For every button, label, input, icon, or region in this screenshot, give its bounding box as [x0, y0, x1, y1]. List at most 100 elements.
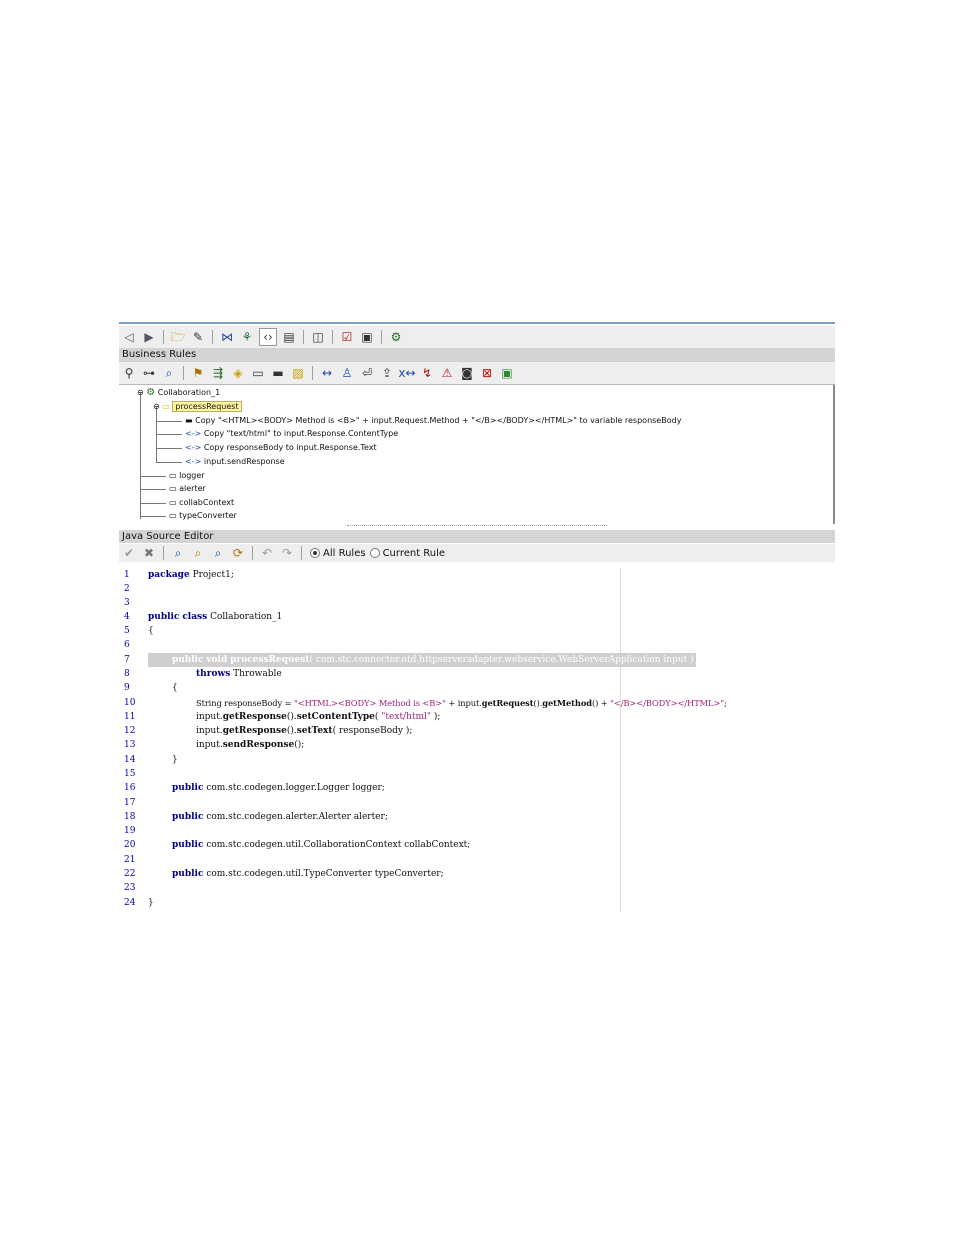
variable-icon[interactable]: ▭ [250, 365, 266, 381]
undo-icon[interactable]: ↶ [259, 545, 275, 561]
code-text: com.stc.codegen.logger.Logger logger; [203, 783, 385, 793]
redo-icon[interactable]: ↷ [279, 545, 295, 561]
person-icon[interactable]: ♙ [339, 365, 355, 381]
edit-icon[interactable]: ✎ [190, 329, 206, 345]
tree-field-item[interactable]: ▭ alerter [169, 483, 206, 494]
tree-rule-label: Copy "text/html" to input.Response.Conte… [203, 429, 399, 438]
code-text: (). [286, 726, 297, 736]
tree-field-item[interactable]: ▭ collabContext [169, 497, 234, 508]
code-line: 6 [119, 638, 835, 652]
mapper-icon[interactable]: ⚘ [239, 329, 255, 345]
cancel-icon[interactable]: ✖ [141, 545, 157, 561]
line-number: 21 [124, 855, 136, 865]
run-icon[interactable]: ▣ [499, 365, 515, 381]
field-icon: ▭ [169, 498, 177, 507]
open-folder-icon[interactable]: 🗁 [170, 329, 186, 345]
code-line-highlighted: 7 public void processRequest( com.stc.con… [119, 653, 835, 667]
java-editor-toolbar: ✔ ✖ ⌕ ⌕ ⌕ ⟳ ↶ ↷ All Rules Current Rule [119, 544, 835, 562]
line-number: 22 [124, 869, 136, 879]
method-name: setContentType [296, 712, 375, 722]
line-number: 16 [124, 783, 136, 793]
string-literal: "<HTML><BODY> Method is <B>" [294, 698, 446, 708]
method-icon[interactable]: ↔ [319, 365, 335, 381]
panel-icon[interactable]: ◫ [310, 329, 326, 345]
line-number: 5 [124, 626, 130, 636]
method-name: getResponse [222, 712, 287, 722]
if-icon[interactable]: ◈ [230, 365, 246, 381]
tree-rule-item[interactable]: ▬ Copy "<HTML><BODY> Method is <B>" + in… [185, 415, 681, 426]
current-rule-radio[interactable]: Current Rule [369, 547, 446, 559]
comment-icon[interactable]: ▨ [290, 365, 306, 381]
keyword: public [172, 869, 204, 879]
code-line: 8 throws Throwable [119, 667, 835, 681]
tree-root[interactable]: ⊖ ⚙ Collaboration_1 [137, 387, 220, 398]
code-line: 22 public com.stc.codegen.util.TypeConver… [119, 867, 835, 881]
method-name: getMethod [542, 698, 592, 708]
tree-method-node[interactable]: ⊖ ▭ processRequest [153, 401, 242, 412]
warning-icon[interactable]: ⚠ [439, 365, 455, 381]
keyword: public [172, 812, 204, 822]
rule-icon[interactable]: ⚑ [190, 365, 206, 381]
format-icon[interactable]: ⟳ [230, 545, 246, 561]
stop-icon[interactable]: ⊠ [479, 365, 495, 381]
code-text: com.stc.codegen.alerter.Alerter alerter; [203, 812, 388, 822]
assign-icon[interactable]: ▬ [270, 365, 286, 381]
line-number: 12 [124, 726, 136, 736]
tree-line [140, 393, 141, 519]
for-each-icon[interactable]: ⇶ [210, 365, 226, 381]
merge-icon[interactable]: ⋈ [219, 329, 235, 345]
return-icon[interactable]: ⏎ [359, 365, 375, 381]
xml-icon[interactable]: x↔ [398, 365, 415, 381]
tree-rule-item[interactable]: <-> input.sendResponse [185, 456, 285, 467]
tree-field-item[interactable]: ▭ logger [169, 470, 205, 481]
code-text: } [148, 898, 154, 908]
back-icon[interactable]: ◁ [121, 329, 137, 345]
code-line: 24} [119, 896, 835, 910]
toolbar-separator [252, 546, 253, 560]
code-view-icon[interactable]: ‹› [259, 328, 277, 346]
radio-dot [369, 548, 380, 558]
accept-icon[interactable]: ✔ [121, 545, 137, 561]
replace-icon[interactable]: ⌕ [210, 545, 226, 561]
tree-rule-label: input.sendResponse [203, 457, 285, 466]
code-text: Project1; [189, 570, 234, 580]
assign-icon: ▬ [185, 416, 193, 425]
all-rules-radio[interactable]: All Rules [310, 548, 366, 559]
export-icon[interactable]: ⇪ [379, 365, 395, 381]
find-icon[interactable]: ⌕ [170, 545, 186, 561]
throw-icon[interactable]: ↯ [419, 365, 435, 381]
keyword: void [206, 655, 228, 665]
toolbar-separator [332, 330, 333, 344]
code-line: 14} [119, 753, 835, 767]
code-line: 3 [119, 596, 835, 610]
code-text: com.stc.codegen.util.CollaborationContex… [203, 840, 471, 850]
deploy-icon[interactable]: ⚙ [388, 329, 404, 345]
page-icon[interactable]: ▤ [281, 329, 297, 345]
tree-field-label: alerter [179, 484, 206, 493]
tree-rule-item[interactable]: <-> Copy "text/html" to input.Response.C… [185, 428, 398, 439]
keyword: public [148, 612, 180, 622]
tree-field-label: typeConverter [179, 511, 237, 520]
key-icon[interactable]: ⊶ [141, 365, 157, 381]
tree-field-item[interactable]: ▭ typeConverter [169, 510, 237, 521]
panel-splitter[interactable] [347, 525, 607, 527]
current-rule-label: Current Rule [382, 547, 446, 559]
line-number: 17 [124, 798, 136, 808]
method-icon: <-> [185, 429, 202, 438]
tree-line [156, 434, 182, 435]
tree-line [156, 448, 182, 449]
tree-rule-item[interactable]: <-> Copy responseBody to input.Response.… [185, 442, 377, 453]
pin-icon[interactable]: ⚲ [121, 365, 137, 381]
java-source-code[interactable]: 1 package Project1; 2 3 4 public class Col… [119, 568, 835, 912]
expand-toggle-icon[interactable]: ⊖ [137, 388, 144, 397]
tester-icon[interactable]: ▣ [359, 329, 375, 345]
catch-icon[interactable]: ◙ [459, 365, 475, 381]
validate-icon[interactable]: ☑ [339, 329, 355, 345]
window-top-border [119, 322, 835, 324]
find-next-icon[interactable]: ⌕ [190, 545, 206, 561]
line-number: 13 [124, 740, 136, 750]
forward-icon[interactable]: ▶ [141, 329, 157, 345]
code-text: com.stc.codegen.util.TypeConverter typeC… [203, 869, 444, 879]
find-icon[interactable]: ⌕ [161, 365, 177, 381]
expand-toggle-icon[interactable]: ⊖ [153, 402, 160, 411]
